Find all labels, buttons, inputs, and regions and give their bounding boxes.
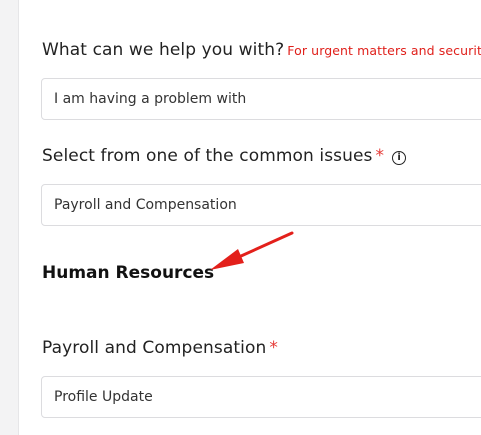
payroll-dropdown[interactable]: Profile Update — [41, 376, 481, 418]
common-issues-dropdown[interactable]: Payroll and Compensation — [41, 184, 481, 226]
common-issues-text: Select from one of the common issues — [42, 146, 373, 166]
payroll-label: Payroll and Compensation * — [42, 338, 278, 358]
left-gutter — [0, 0, 19, 435]
red-arrow-annotation — [210, 231, 294, 270]
required-asterisk: * — [375, 146, 385, 166]
section-title: Human Resources — [42, 263, 215, 283]
required-asterisk: * — [269, 338, 278, 358]
info-icon[interactable]: i — [392, 151, 407, 165]
help-dropdown[interactable]: I am having a problem with — [41, 78, 481, 120]
help-question-text: What can we help you with? — [42, 40, 285, 60]
help-dropdown-value: I am having a problem with — [54, 91, 247, 107]
common-issues-label: Select from one of the common issues * i — [42, 146, 407, 166]
payroll-dropdown-value: Profile Update — [54, 389, 153, 405]
urgent-hint: For urgent matters and securit — [287, 43, 481, 58]
payroll-label-text: Payroll and Compensation — [42, 338, 267, 358]
help-question-label: What can we help you with? For urgent mat… — [42, 40, 481, 60]
common-issues-value: Payroll and Compensation — [54, 197, 237, 213]
